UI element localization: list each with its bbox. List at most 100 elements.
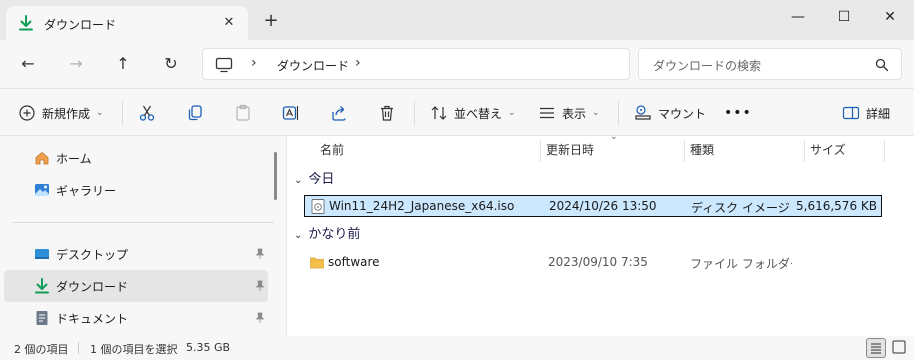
toolbar-divider — [414, 101, 415, 125]
copy-button[interactable] — [186, 99, 204, 127]
delete-button[interactable] — [378, 99, 396, 127]
forward-button[interactable]: → — [63, 52, 89, 76]
column-separator[interactable] — [804, 140, 805, 162]
paste-icon — [236, 104, 250, 121]
command-bar: 新規作成 ⌄ 並べ替え ⌄ 表示 ⌄ マウント ••• 詳細 — [0, 88, 914, 136]
table-row[interactable]: Win11_24H2_Japanese_x64.iso 2024/10/26 1… — [304, 195, 882, 217]
column-separator[interactable] — [540, 140, 541, 162]
sort-caret-icon: ⌄ — [610, 132, 618, 142]
details-view-icon — [871, 343, 881, 354]
toolbar-divider — [122, 101, 123, 125]
sort-button-label: 並べ替え — [454, 106, 503, 121]
new-button[interactable]: 新規作成 ⌄ — [18, 99, 104, 127]
column-header-date[interactable]: 更新日時 — [546, 136, 594, 164]
copy-icon — [188, 105, 202, 121]
tab-close-button[interactable]: ✕ — [220, 14, 238, 32]
desktop-icon — [35, 249, 49, 259]
breadcrumb-chevron-end[interactable]: › — [355, 55, 361, 71]
refresh-button[interactable]: ↻ — [158, 52, 184, 76]
file-type: ディスク イメージ ファイル — [691, 201, 793, 215]
chevron-down-icon: ⌄ — [96, 108, 104, 118]
sidebar-item-label: デスクトップ — [56, 247, 129, 262]
pin-icon[interactable] — [254, 312, 266, 324]
sidebar-item-downloads[interactable]: ダウンロード — [4, 270, 268, 302]
column-separator[interactable] — [884, 140, 885, 162]
mount-disc-icon — [635, 105, 651, 120]
new-plus-icon — [19, 105, 35, 121]
mount-button-label: マウント — [658, 106, 707, 121]
chevron-down-icon: ⌄ — [508, 108, 516, 118]
share-button[interactable] — [330, 99, 348, 127]
mount-button[interactable]: マウント — [634, 99, 706, 127]
rename-button[interactable] — [282, 99, 300, 127]
chevron-down-icon: ⌄ — [294, 175, 303, 186]
back-button[interactable]: ← — [15, 52, 41, 76]
address-bar: ← → ↑ ↻ › ダウンロード › ダウンロードの検索 — [0, 40, 914, 88]
chevron-down-icon: ⌄ — [294, 230, 303, 241]
gallery-icon — [35, 184, 49, 196]
item-count: 2 個の項目 — [14, 343, 69, 356]
pin-icon[interactable] — [254, 248, 266, 260]
details-view-button[interactable] — [866, 338, 886, 358]
scissors-icon — [139, 105, 155, 121]
more-icon: ••• — [724, 105, 752, 121]
details-pane-icon — [842, 106, 860, 120]
search-placeholder[interactable]: ダウンロードの検索 — [653, 57, 761, 74]
column-header-size[interactable]: サイズ — [810, 136, 846, 164]
tab-downloads[interactable]: ダウンロード ✕ — [6, 6, 248, 40]
details-button-label: 詳細 — [866, 106, 891, 121]
home-icon — [35, 151, 49, 165]
view-button-label: 表示 — [562, 106, 587, 121]
tiles-view-button[interactable] — [890, 338, 910, 358]
status-divider — [78, 342, 79, 354]
group-header-today[interactable]: ⌄ 今日 — [294, 169, 334, 191]
group-label: 今日 — [308, 172, 335, 187]
selection-size: 5.35 GB — [186, 341, 231, 354]
trash-icon — [381, 105, 393, 121]
column-header-type[interactable]: 種類 — [690, 136, 714, 164]
up-button[interactable]: ↑ — [110, 52, 136, 76]
new-button-label: 新規作成 — [42, 106, 91, 121]
details-button[interactable]: 詳細 — [842, 99, 890, 127]
sort-button[interactable]: 並べ替え ⌄ — [430, 99, 516, 127]
view-list-icon — [540, 107, 554, 119]
column-separator[interactable] — [684, 140, 685, 162]
more-options-button[interactable]: ••• — [724, 99, 752, 127]
search-box[interactable]: ダウンロードの検索 — [638, 48, 902, 80]
sidebar-item-documents[interactable]: ドキュメント — [4, 302, 268, 334]
sidebar-item-label: ダウンロード — [56, 279, 129, 294]
maximize-button[interactable]: ☐ — [821, 2, 867, 32]
breadcrumb[interactable]: › ダウンロード › — [202, 48, 630, 80]
navigation-pane: ホーム ギャラリー デスクトップ ダウンロード ドキュメント — [0, 136, 286, 336]
search-icon[interactable] — [875, 58, 889, 72]
sidebar-item-gallery[interactable]: ギャラリー — [4, 174, 268, 206]
document-icon — [36, 311, 48, 325]
pin-icon[interactable] — [254, 280, 266, 292]
tiles-view-icon — [892, 340, 906, 354]
folder-icon — [310, 257, 324, 269]
table-row[interactable]: software 2023/09/10 7:35 ファイル フォルダー — [304, 252, 882, 274]
cut-button[interactable] — [138, 99, 156, 127]
file-size: 5,616,576 KB — [796, 199, 877, 213]
group-header-long-ago[interactable]: ⌄ かなり前 — [294, 224, 360, 246]
paste-button[interactable] — [234, 99, 252, 127]
sidebar-item-label: ドキュメント — [56, 311, 129, 326]
rename-icon — [282, 106, 299, 120]
computer-icon[interactable] — [215, 57, 233, 73]
pane-divider — [286, 136, 287, 336]
file-list: 名前 更新日時 ⌄ 種類 サイズ ⌄ 今日 Win11_24H2_Japanese… — [286, 132, 914, 336]
close-window-button[interactable]: ✕ — [867, 2, 913, 32]
view-button[interactable]: 表示 ⌄ — [538, 99, 600, 127]
breadcrumb-chevron[interactable]: › — [251, 55, 257, 71]
breadcrumb-downloads[interactable]: ダウンロード — [277, 57, 349, 74]
title-bar: ダウンロード ✕ + — ☐ ✕ — [0, 0, 914, 40]
file-type: ファイル フォルダー — [690, 257, 792, 271]
share-icon — [332, 106, 346, 121]
sidebar-item-desktop[interactable]: デスクトップ — [4, 238, 268, 270]
minimize-button[interactable]: — — [775, 2, 821, 32]
column-header-name[interactable]: 名前 — [320, 136, 344, 164]
sidebar-item-label: ギャラリー — [56, 183, 117, 198]
new-tab-button[interactable]: + — [262, 12, 280, 30]
sidebar-scrollbar[interactable] — [274, 152, 277, 200]
sidebar-item-home[interactable]: ホーム — [4, 142, 268, 174]
